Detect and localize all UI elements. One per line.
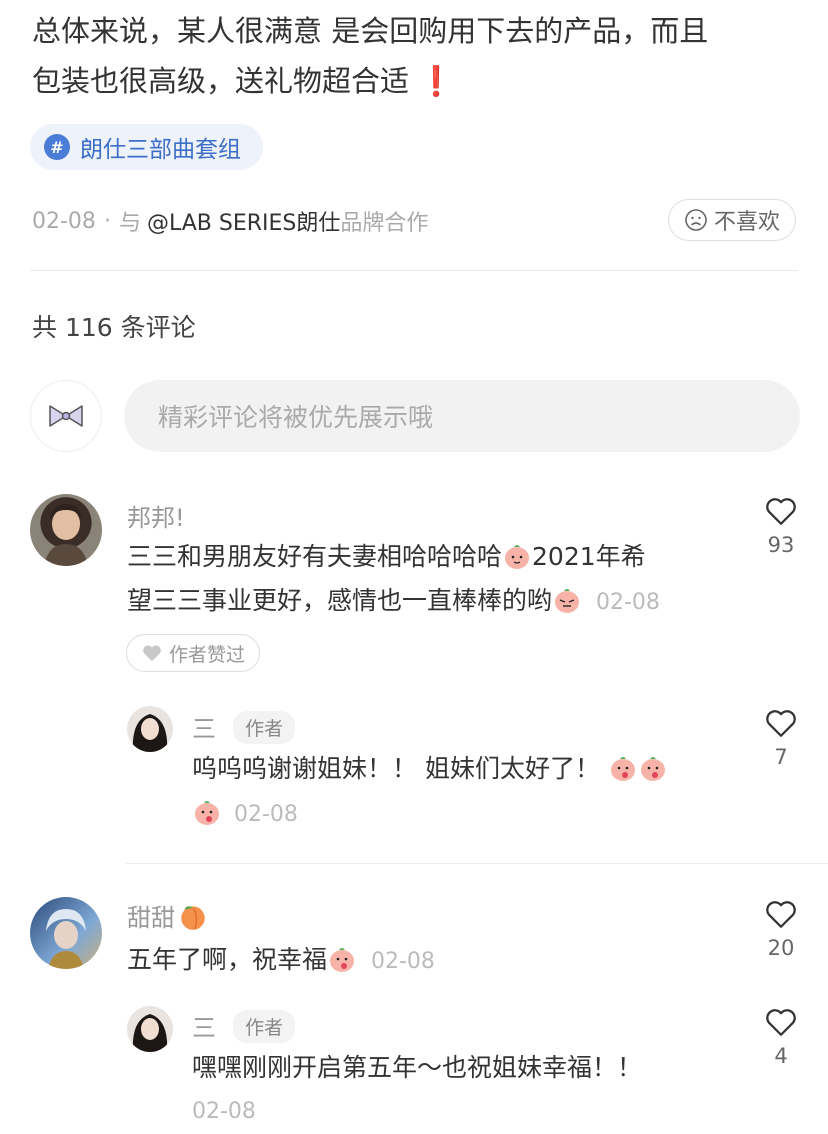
- peach-emoji-icon: [610, 757, 635, 781]
- like-button[interactable]: 93: [761, 495, 801, 557]
- like-button[interactable]: 7: [761, 707, 801, 769]
- author-liked-label: 作者赞过: [169, 643, 246, 666]
- dislike-label: 不喜欢: [713, 210, 780, 235]
- post-body-line-2: 包装也很高级，送礼物超合适 ❗: [32, 56, 802, 106]
- author-tag: 作者: [233, 1010, 296, 1043]
- comment-time: 02-08: [192, 1099, 256, 1124]
- peach-icon: [181, 905, 205, 930]
- meta-with: 与: [118, 211, 141, 236]
- avatar-portrait: [44, 504, 88, 566]
- comment-text: 五年了啊，祝幸福 02-08: [127, 938, 727, 984]
- peach-emoji-icon: [330, 948, 355, 972]
- my-avatar[interactable]: [30, 380, 102, 452]
- post-body: 总体来说，某人很满意 是会回购用下去的产品，而且 包装也很高级，送礼物超合适 ❗: [32, 6, 802, 106]
- comment-text-line-1: 嘿嘿刚刚开启第五年～也祝姐妹幸福！！: [192, 1053, 643, 1082]
- heart-filled-icon: [143, 645, 161, 662]
- post-body-line-2-text: 包装也很高级，送礼物超合适: [32, 64, 410, 98]
- heart-outline-icon: [766, 901, 796, 928]
- like-button[interactable]: 4: [761, 1006, 801, 1068]
- avatar-portrait: [132, 714, 168, 752]
- dislike-button[interactable]: 不喜欢: [668, 199, 796, 241]
- comment-input-placeholder: 精彩评论将被优先展示哦: [158, 403, 434, 432]
- exclamation-icon: ❗: [418, 64, 455, 98]
- bow-icon: [49, 405, 83, 427]
- comment-username[interactable]: 邦邦!: [127, 498, 185, 533]
- avatar[interactable]: [127, 706, 173, 752]
- comment-text-line-1: 呜呜呜谢谢姐妹！！ 姐妹们太好了！: [192, 754, 600, 783]
- brand-link[interactable]: @LAB SERIES朗仕: [147, 205, 340, 237]
- avatar-portrait: [46, 909, 86, 969]
- comment-text-line-1: 五年了啊，祝幸福: [127, 945, 328, 974]
- post-meta: 02-08 · 与 @LAB SERIES朗仕 品牌合作: [32, 205, 428, 237]
- comment-time: 02-08: [595, 590, 660, 615]
- peach-emoji-icon: [195, 801, 219, 825]
- reply-header: 三 作者: [192, 1008, 296, 1043]
- comment-count: 共 116 条评论: [32, 313, 196, 342]
- comment-separator: [126, 863, 828, 864]
- comment-header: 甜甜: [127, 898, 209, 933]
- avatar[interactable]: [30, 897, 102, 969]
- like-count: 4: [774, 1044, 788, 1068]
- hashtag-label: 朗仕三部曲套组: [80, 137, 241, 163]
- like-count: 20: [767, 936, 795, 960]
- collab-label: 品牌合作: [340, 211, 429, 236]
- reply-header: 三 作者: [192, 709, 296, 744]
- comment-text-line-1: 三三和男朋友好有夫妻相哈哈哈哈: [127, 542, 503, 571]
- heart-outline-icon: [766, 710, 796, 737]
- heart-outline-icon: [766, 498, 796, 525]
- author-tag: 作者: [233, 711, 296, 744]
- post-date: 02-08: [32, 208, 96, 234]
- peach-emoji-icon: [640, 757, 665, 781]
- author-liked-badge: 作者赞过: [126, 634, 261, 672]
- comment-text-line-2: 望三三事业更好，感情也一直棒棒的哟: [127, 586, 553, 615]
- comment-text-line-1b: 2021年希: [532, 542, 646, 571]
- comment-text: 三三和男朋友好有夫妻相哈哈哈哈 2021年希 望三三事业更好，感情也一直棒棒的哟 …: [127, 535, 737, 625]
- peach-emoji-icon: [505, 545, 530, 569]
- divider: [30, 270, 798, 271]
- sad-face-icon: [685, 209, 707, 231]
- avatar[interactable]: [127, 1006, 173, 1052]
- hashtag-icon: #: [44, 134, 70, 160]
- avatar[interactable]: [30, 494, 102, 566]
- hashtag-chip[interactable]: # 朗仕三部曲套组: [30, 124, 263, 170]
- like-count: 93: [767, 533, 795, 557]
- comment-text: 嘿嘿刚刚开启第五年～也祝姐妹幸福！！ 02-08: [192, 1046, 752, 1134]
- comment-time: 02-08: [370, 949, 435, 974]
- meta-dot: ·: [103, 208, 111, 234]
- like-count: 7: [774, 745, 788, 769]
- comment-input[interactable]: 精彩评论将被优先展示哦: [124, 380, 800, 452]
- heart-outline-icon: [766, 1009, 796, 1036]
- avatar-portrait: [132, 1014, 168, 1052]
- comment-time: 02-08: [233, 802, 298, 827]
- post-body-line-1: 总体来说，某人很满意 是会回购用下去的产品，而且: [32, 14, 709, 48]
- peach-emoji-icon: [555, 589, 580, 613]
- comment-username[interactable]: 甜甜: [127, 898, 175, 933]
- comment-username[interactable]: 三: [192, 1014, 216, 1042]
- like-button[interactable]: 20: [761, 898, 801, 960]
- comment-text: 呜呜呜谢谢姐妹！！ 姐妹们太好了！ 02-08: [192, 747, 732, 837]
- comment-username[interactable]: 三: [192, 715, 216, 743]
